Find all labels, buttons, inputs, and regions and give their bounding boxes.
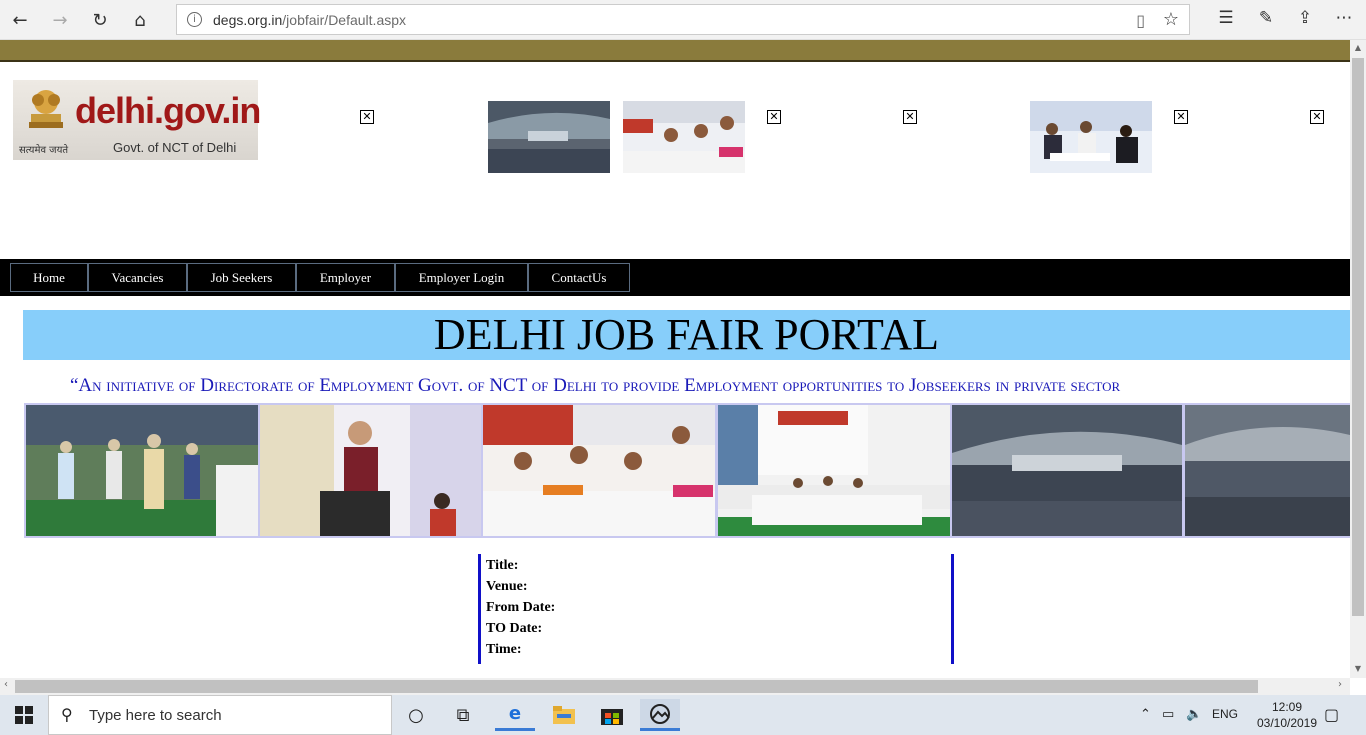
favorites-hub-icon[interactable]: ☰ <box>1214 8 1238 32</box>
windows-start-icon[interactable] <box>0 695 48 735</box>
gallery-photo-officials <box>26 405 258 536</box>
gallery-photo-speech <box>260 405 481 536</box>
header-photo-dais <box>623 101 745 173</box>
edge-browser-icon[interactable]: e <box>495 699 535 731</box>
refresh-icon[interactable]: ↻ <box>86 6 114 34</box>
ashoka-emblem-icon <box>29 90 63 128</box>
reading-view-icon[interactable]: ▯ <box>1136 11 1145 30</box>
favorite-star-icon[interactable]: ☆ <box>1163 9 1179 30</box>
more-icon[interactable]: ⋯ <box>1332 8 1356 32</box>
clock-time: 12:09 <box>1271 700 1303 714</box>
gallery-photo-stadium-seats <box>1185 405 1350 536</box>
event-venue-label: Venue: <box>486 579 528 594</box>
scroll-up-icon[interactable]: ▲ <box>1353 43 1363 52</box>
photo-gallery <box>24 403 1350 538</box>
url-text[interactable]: degs.org.in/jobfair/Default.aspx <box>213 12 406 28</box>
nav-contact-us[interactable]: ContactUs <box>528 263 630 292</box>
page-content: delhi.gov.in सत्यमेव जयते Govt. of NCT o… <box>0 64 1350 678</box>
scroll-down-icon[interactable]: ▼ <box>1353 664 1363 673</box>
windows-taskbar: ⚲ Type here to search ○ ⧉ e ⌃ ▭ 🔈 ENG 12… <box>0 695 1366 735</box>
language-indicator[interactable]: ENG <box>1212 707 1238 721</box>
forward-icon[interactable]: → <box>46 6 74 34</box>
share-icon[interactable]: ⇪ <box>1293 8 1317 32</box>
site-info-icon[interactable]: i <box>187 12 202 27</box>
event-title-label: Title: <box>486 558 519 573</box>
address-bar[interactable]: i degs.org.in/jobfair/Default.aspx ▯ ☆ <box>176 4 1190 35</box>
event-to-date-label: TO Date: <box>486 621 543 636</box>
horizontal-scroll-thumb[interactable] <box>15 680 1258 693</box>
broken-image-icon <box>767 110 781 124</box>
logo-motto: सत्यमेव जयते <box>19 145 69 156</box>
home-icon[interactable]: ⌂ <box>126 6 154 34</box>
action-center-icon[interactable]: ▢ <box>1324 705 1339 724</box>
search-placeholder: Type here to search <box>89 707 222 724</box>
browser-toolbar: ← → ↻ ⌂ i degs.org.in/jobfair/Default.as… <box>0 0 1366 40</box>
system-clock[interactable]: 12:09 03/10/2019 <box>1252 699 1322 731</box>
horizontal-scrollbar[interactable]: ‹ › <box>0 678 1350 695</box>
scroll-left-icon[interactable]: ‹ <box>4 679 8 690</box>
event-time-label: Time: <box>486 642 522 657</box>
volume-muted-icon[interactable]: 🔈 <box>1186 707 1202 722</box>
event-from-date-label: From Date: <box>486 600 556 615</box>
photos-app-icon[interactable] <box>640 699 680 731</box>
broken-image-icon <box>1310 110 1324 124</box>
header-photo-interview <box>1030 101 1152 173</box>
pen-icon[interactable]: ✎ <box>1254 8 1278 32</box>
delhi-gov-logo[interactable]: delhi.gov.in सत्यमेव जयते Govt. of NCT o… <box>13 80 261 160</box>
nav-home[interactable]: Home <box>10 263 88 292</box>
task-view-icon[interactable]: ⧉ <box>443 699 483 731</box>
gallery-photo-stadium-crowd <box>952 405 1182 536</box>
show-hidden-icons-icon[interactable]: ⌃ <box>1140 707 1151 722</box>
nav-employer[interactable]: Employer <box>296 263 395 292</box>
logo-subtitle: Govt. of NCT of Delhi <box>113 140 237 155</box>
scroll-right-icon[interactable]: › <box>1338 679 1342 690</box>
header-strip <box>0 40 1350 62</box>
vertical-scroll-thumb[interactable] <box>1352 58 1364 616</box>
clock-date: 03/10/2019 <box>1256 716 1318 730</box>
broken-image-icon <box>360 110 374 124</box>
broken-image-icon <box>1174 110 1188 124</box>
search-icon: ⚲ <box>61 705 73 724</box>
vertical-scrollbar[interactable]: ▲ ▼ <box>1350 40 1366 678</box>
back-icon[interactable]: ← <box>6 6 34 34</box>
nav-vacancies[interactable]: Vacancies <box>88 263 187 292</box>
gallery-photo-rozgar-mela <box>718 405 950 536</box>
gallery-photo-dais <box>483 405 715 536</box>
cortana-icon[interactable]: ○ <box>396 699 436 731</box>
nav-employer-login[interactable]: Employer Login <box>395 263 528 292</box>
main-navigation: Home Vacancies Job Seekers Employer Empl… <box>0 259 1350 296</box>
url-path: /jobfair/Default.aspx <box>282 12 407 28</box>
initiative-tagline: “An initiative of Directorate of Employm… <box>70 375 1121 396</box>
header-photo-stadium <box>488 101 610 173</box>
nav-job-seekers[interactable]: Job Seekers <box>187 263 296 292</box>
file-explorer-icon[interactable] <box>544 699 584 731</box>
event-details: Title: Venue: From Date: TO Date: Time: <box>478 554 954 664</box>
url-host: degs.org.in <box>213 12 283 28</box>
taskbar-search-input[interactable]: ⚲ Type here to search <box>48 695 392 735</box>
battery-icon[interactable]: ▭ <box>1162 707 1174 722</box>
page-title: DELHI JOB FAIR PORTAL <box>23 310 1350 360</box>
logo-brand-text: delhi.gov.in <box>75 90 261 131</box>
store-icon[interactable] <box>592 699 632 731</box>
broken-image-icon <box>903 110 917 124</box>
